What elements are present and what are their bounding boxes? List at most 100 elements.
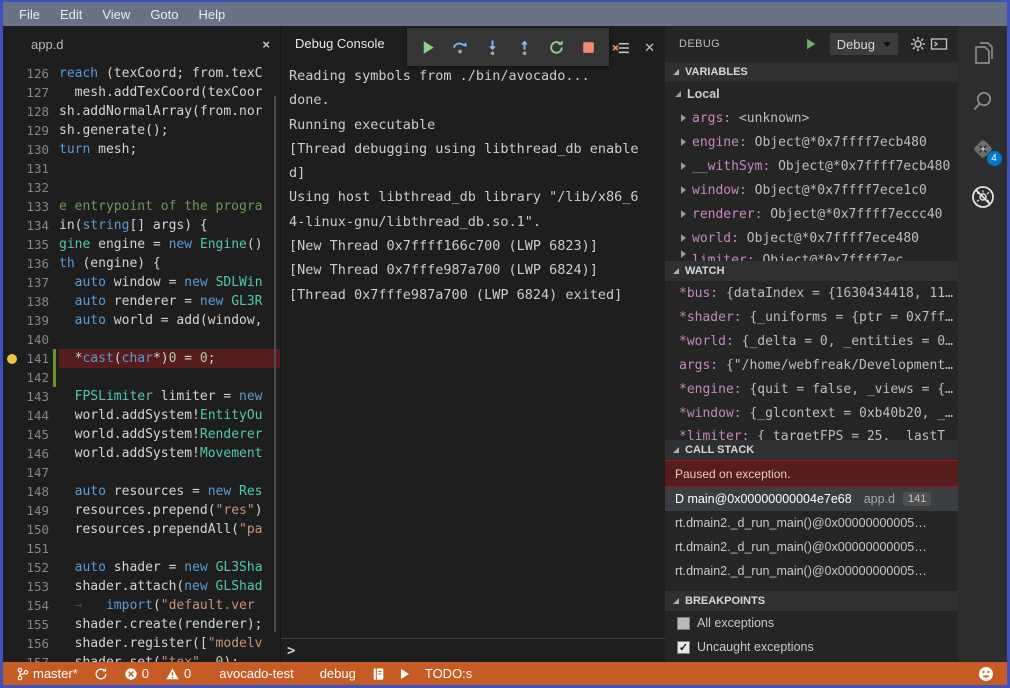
code-line[interactable]: 139 auto world = add(window,: [3, 311, 280, 330]
watch-row[interactable]: *bus: {dataIndex = {1630434418, 11…: [665, 281, 958, 305]
code-line[interactable]: 154 → import("default.ver: [3, 596, 280, 615]
code-line[interactable]: 153 shader.attach(new GLShad: [3, 577, 280, 596]
launch-config-dropdown[interactable]: Debug: [830, 33, 898, 55]
git-branch-item[interactable]: master*: [11, 662, 83, 685]
breakpoint-gutter[interactable]: [3, 311, 21, 330]
step-over-button[interactable]: [447, 34, 473, 60]
code-line[interactable]: 134in(string[] args) {: [3, 216, 280, 235]
breakpoint-row[interactable]: ✓Uncaught exceptions: [665, 635, 958, 659]
breakpoint-row[interactable]: All exceptions: [665, 611, 958, 635]
menu-help[interactable]: Help: [189, 5, 236, 24]
step-into-button[interactable]: [479, 34, 505, 60]
feedback-item[interactable]: [973, 662, 999, 685]
breakpoint-gutter[interactable]: [3, 159, 21, 178]
variable-row[interactable]: window: Object@*0x7ffff7ece1c0: [665, 178, 958, 202]
code-line[interactable]: 145 world.addSystem!Renderer: [3, 425, 280, 444]
code-line[interactable]: 149 resources.prepend("res"): [3, 501, 280, 520]
code-line[interactable]: 127 mesh.addTexCoord(texCoor: [3, 83, 280, 102]
console-output[interactable]: Reading symbols from ./bin/avocado...don…: [281, 60, 665, 638]
tab-close-icon[interactable]: ×: [262, 37, 270, 52]
stack-frame[interactable]: rt.dmain2._d_run_main()@0x00000000005…: [665, 535, 958, 559]
section-watch[interactable]: WATCH: [665, 261, 958, 281]
code-line[interactable]: 151: [3, 539, 280, 558]
continue-button[interactable]: [415, 34, 441, 60]
breakpoint-gutter[interactable]: [3, 102, 21, 121]
variable-row[interactable]: limiter: Object@*0x7ffff7ec...: [665, 250, 958, 261]
watch-row[interactable]: *engine: {quit = false, _views = {…: [665, 377, 958, 401]
breakpoint-gutter[interactable]: [3, 121, 21, 140]
code-line[interactable]: 144 world.addSystem!EntityOu: [3, 406, 280, 425]
breakpoint-gutter[interactable]: [3, 577, 21, 596]
warnings-item[interactable]: 0: [160, 662, 196, 685]
code-line[interactable]: 140: [3, 330, 280, 349]
breakpoint-gutter[interactable]: [3, 596, 21, 615]
expand-icon[interactable]: [681, 138, 686, 146]
breakpoint-gutter[interactable]: [3, 349, 21, 368]
log-file-item[interactable]: [367, 662, 390, 685]
debug-mode-item[interactable]: debug: [315, 662, 361, 685]
stack-frame[interactable]: rt.dmain2._d_run_main()@0x00000000005…: [665, 511, 958, 535]
stack-frame[interactable]: rt.dmain2._d_run_main()@0x00000000005…: [665, 559, 958, 583]
code-line[interactable]: 157 shader.set("tex", 0);: [3, 653, 280, 662]
stop-button[interactable]: [575, 34, 601, 60]
breakpoint-checkbox[interactable]: ✓: [677, 641, 690, 654]
sync-button[interactable]: [89, 662, 113, 685]
todo-item[interactable]: TODO:s: [420, 662, 477, 685]
code-line[interactable]: 138 auto renderer = new GL3R: [3, 292, 280, 311]
breakpoint-gutter[interactable]: [3, 444, 21, 463]
breakpoint-gutter[interactable]: [3, 235, 21, 254]
breakpoint-gutter[interactable]: [3, 406, 21, 425]
breakpoint-gutter[interactable]: [3, 140, 21, 159]
panel-close-icon[interactable]: ✕: [644, 40, 655, 56]
code-editor[interactable]: 126reach (texCoord; from.texC127 mesh.ad…: [3, 62, 280, 662]
code-line[interactable]: 133e entrypoint of the progra: [3, 197, 280, 216]
errors-item[interactable]: 0: [119, 662, 154, 685]
console-input[interactable]: >: [281, 638, 665, 662]
configure-button[interactable]: [908, 31, 928, 57]
code-line[interactable]: 135gine engine = new Engine(): [3, 235, 280, 254]
code-line[interactable]: 142: [3, 368, 280, 387]
section-call-stack[interactable]: CALL STACK: [665, 440, 958, 460]
breakpoint-gutter[interactable]: [3, 387, 21, 406]
menu-file[interactable]: File: [9, 5, 50, 24]
code-line[interactable]: 155 shader.create(renderer);: [3, 615, 280, 634]
expand-icon[interactable]: [681, 234, 686, 242]
watch-row[interactable]: *shader: {_uniforms = {ptr = 0x7ff…: [665, 305, 958, 329]
expand-icon[interactable]: [681, 210, 686, 218]
step-out-button[interactable]: [511, 34, 537, 60]
breakpoint-gutter[interactable]: [3, 273, 21, 292]
scope-local[interactable]: Local: [665, 82, 958, 106]
code-line[interactable]: 146 world.addSystem!Movement: [3, 444, 280, 463]
code-line[interactable]: 132: [3, 178, 280, 197]
start-debug-icon[interactable]: [804, 37, 818, 51]
code-line[interactable]: 147: [3, 463, 280, 482]
expand-icon[interactable]: [681, 250, 686, 258]
code-line[interactable]: 143 FPSLimiter limiter = new: [3, 387, 280, 406]
menu-edit[interactable]: Edit: [50, 5, 92, 24]
code-line[interactable]: 131: [3, 159, 280, 178]
watch-row[interactable]: *world: {_delta = 0, _entities = 0…: [665, 329, 958, 353]
breakpoint-gutter[interactable]: [3, 539, 21, 558]
debug-view-button[interactable]: [970, 184, 996, 210]
breakpoint-gutter[interactable]: [3, 83, 21, 102]
tab-app-d[interactable]: app.d ×: [3, 26, 280, 62]
explorer-button[interactable]: [970, 40, 996, 66]
breakpoint-gutter[interactable]: [3, 64, 21, 83]
menu-goto[interactable]: Goto: [140, 5, 188, 24]
code-line[interactable]: 156 shader.register(["modelv: [3, 634, 280, 653]
watch-row[interactable]: *limiter: {_targetFPS = 25, _lastT: [665, 425, 958, 440]
project-item[interactable]: avocado-test: [214, 662, 298, 685]
breakpoint-gutter[interactable]: [3, 368, 21, 387]
clear-console-button[interactable]: [608, 35, 634, 61]
code-line[interactable]: 129sh.generate();: [3, 121, 280, 140]
breakpoint-gutter[interactable]: [3, 216, 21, 235]
breakpoint-gutter[interactable]: [3, 178, 21, 197]
breakpoint-gutter[interactable]: [3, 463, 21, 482]
code-line[interactable]: 136th (engine) {: [3, 254, 280, 273]
code-line[interactable]: 148 auto resources = new Res: [3, 482, 280, 501]
expand-icon[interactable]: [681, 162, 686, 170]
code-line[interactable]: 152 auto shader = new GL3Sha: [3, 558, 280, 577]
breakpoint-gutter[interactable]: [3, 330, 21, 349]
variable-row[interactable]: args: <unknown>: [665, 106, 958, 130]
variable-row[interactable]: renderer: Object@*0x7ffff7eccc40: [665, 202, 958, 226]
